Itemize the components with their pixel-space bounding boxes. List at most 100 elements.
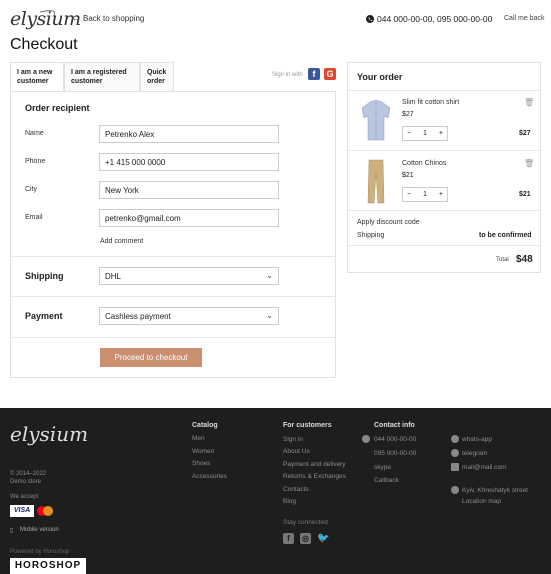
- divider: [348, 90, 541, 91]
- contact-skype[interactable]: skype: [374, 464, 391, 471]
- catalog-link[interactable]: Shoes: [192, 460, 210, 467]
- footer-logo[interactable]: elysium: [10, 422, 88, 446]
- telegram-icon: [451, 449, 459, 457]
- chinos-product-image[interactable]: [367, 159, 385, 205]
- call-me-back-link[interactable]: Call me back: [504, 15, 544, 22]
- phone-field[interactable]: +1 415 000 0000: [99, 153, 279, 171]
- facebook-icon[interactable]: f: [308, 68, 320, 80]
- quantity-stepper[interactable]: − 1 +: [402, 126, 448, 141]
- demo-store: Demo store: [10, 479, 42, 485]
- customers-link[interactable]: Sign in: [283, 436, 303, 443]
- minus-icon[interactable]: −: [407, 191, 411, 198]
- facebook-icon[interactable]: f: [283, 533, 294, 544]
- telegram-link[interactable]: telegram: [462, 450, 487, 457]
- visa-icon: VISA: [10, 505, 34, 517]
- phone-label: Phone: [25, 158, 46, 165]
- logo-swoosh-icon: [39, 10, 56, 17]
- powered-by: Powered by Horoshop: [10, 549, 70, 555]
- divider: [348, 150, 541, 151]
- apply-discount-link[interactable]: Apply discount code: [357, 219, 420, 226]
- mastercard-icon: [43, 506, 53, 516]
- divider: [11, 296, 336, 297]
- proceed-to-checkout-button[interactable]: Proceed to checkout: [100, 348, 202, 367]
- tab-quick-order[interactable]: Quick order: [140, 62, 174, 91]
- item-name[interactable]: Slim fit cotton shirt: [402, 99, 459, 106]
- shipping-select-value: DHL: [105, 272, 122, 281]
- contact-phone[interactable]: 044 000-00-00: [374, 436, 416, 443]
- item-total: $21: [519, 191, 531, 198]
- customer-tabs: I am a new customer I am a registered cu…: [10, 62, 174, 91]
- catalog-title: Catalog: [192, 422, 218, 429]
- minus-icon[interactable]: −: [407, 130, 411, 137]
- shipping-select[interactable]: DHL ⌄: [99, 267, 279, 285]
- trash-icon[interactable]: 🗑: [524, 98, 534, 107]
- for-customers-title: For customers: [283, 422, 332, 429]
- instagram-icon[interactable]: ◎: [300, 533, 311, 544]
- location-pin-icon: [451, 486, 459, 494]
- catalog-link[interactable]: Men: [192, 435, 205, 442]
- shipping-label: Shipping: [357, 232, 385, 239]
- quantity-value[interactable]: 1: [423, 191, 427, 198]
- tab-new-customer[interactable]: I am a new customer: [10, 62, 64, 91]
- shirt-product-image[interactable]: [361, 98, 391, 142]
- phone-numbers-text: 044 000-00-00, 095 000-00-00: [377, 14, 493, 24]
- divider: [11, 337, 336, 338]
- customers-link[interactable]: Blog: [283, 498, 296, 505]
- quantity-stepper[interactable]: − 1 +: [402, 187, 448, 202]
- mail-icon: [451, 463, 459, 471]
- payment-select-value: Cashless payment: [105, 312, 171, 321]
- email-field[interactable]: petrenko@gmail.com: [99, 209, 279, 227]
- location-map-link[interactable]: Location map: [462, 498, 501, 505]
- phone-icon: [362, 435, 370, 443]
- payment-select[interactable]: Cashless payment ⌄: [99, 307, 279, 325]
- trash-icon[interactable]: 🗑: [524, 159, 534, 168]
- tab-registered-customer[interactable]: I am a registered customer: [64, 62, 140, 91]
- shipping-value: to be confirmed: [479, 232, 532, 239]
- sign-in-with-label: Sign in with: [272, 72, 303, 78]
- customers-link[interactable]: Payment and delivery: [283, 461, 346, 468]
- google-icon[interactable]: G: [324, 68, 336, 80]
- name-field[interactable]: Petrenko Alex: [99, 125, 279, 143]
- item-name[interactable]: Cotton Chinos: [402, 160, 446, 167]
- email-link[interactable]: mail@mail.com: [462, 464, 507, 471]
- footer: elysium © 2014–2022 Demo store We accept…: [0, 408, 551, 574]
- phone-numbers[interactable]: 044 000-00-00, 095 000-00-00: [366, 14, 492, 24]
- total-label: Total: [496, 257, 509, 263]
- customers-link[interactable]: About Us: [283, 448, 310, 455]
- catalog-link[interactable]: Women: [192, 448, 214, 455]
- arrow-left-icon: ←: [72, 14, 80, 23]
- chevron-down-icon: ⌄: [266, 271, 273, 280]
- mobile-icon: ▯: [10, 528, 14, 534]
- plus-icon[interactable]: +: [439, 130, 443, 137]
- city-label: City: [25, 186, 38, 193]
- item-price: $21: [402, 172, 414, 179]
- chevron-down-icon: ⌄: [266, 311, 273, 320]
- contact-phone[interactable]: 095 000-00-00: [374, 450, 416, 457]
- email-label: Email: [25, 214, 43, 221]
- back-to-shopping-link[interactable]: ← Back to shopping: [72, 14, 144, 23]
- item-total: $27: [519, 130, 531, 137]
- copyright: © 2014–2022: [10, 471, 47, 477]
- plus-icon[interactable]: +: [439, 191, 443, 198]
- city-field[interactable]: New York: [99, 181, 279, 199]
- twitter-icon[interactable]: 🐦: [317, 533, 329, 544]
- total-value: $48: [516, 254, 533, 265]
- divider: [348, 245, 541, 246]
- back-link-label: Back to shopping: [83, 14, 145, 23]
- catalog-link[interactable]: Accessories: [192, 473, 227, 480]
- shipping-title: Shipping: [25, 271, 64, 281]
- quantity-value[interactable]: 1: [423, 130, 427, 137]
- mobile-version-link[interactable]: Mobile version: [20, 527, 59, 533]
- order-recipient-title: Order recipient: [25, 103, 90, 113]
- horoshop-logo[interactable]: HOROSHOP: [10, 558, 86, 574]
- divider: [348, 210, 541, 211]
- phone-icon: [366, 15, 374, 23]
- we-accept-label: We accept: [10, 494, 39, 500]
- divider: [11, 256, 336, 257]
- customers-link[interactable]: Returns & Exchanges: [283, 473, 346, 480]
- callback-link[interactable]: Callback: [374, 477, 399, 484]
- add-comment-link[interactable]: Add comment: [100, 238, 143, 245]
- item-price: $27: [402, 111, 414, 118]
- whatsapp-link[interactable]: whats-app: [462, 436, 492, 443]
- customers-link[interactable]: Contacts: [283, 486, 309, 493]
